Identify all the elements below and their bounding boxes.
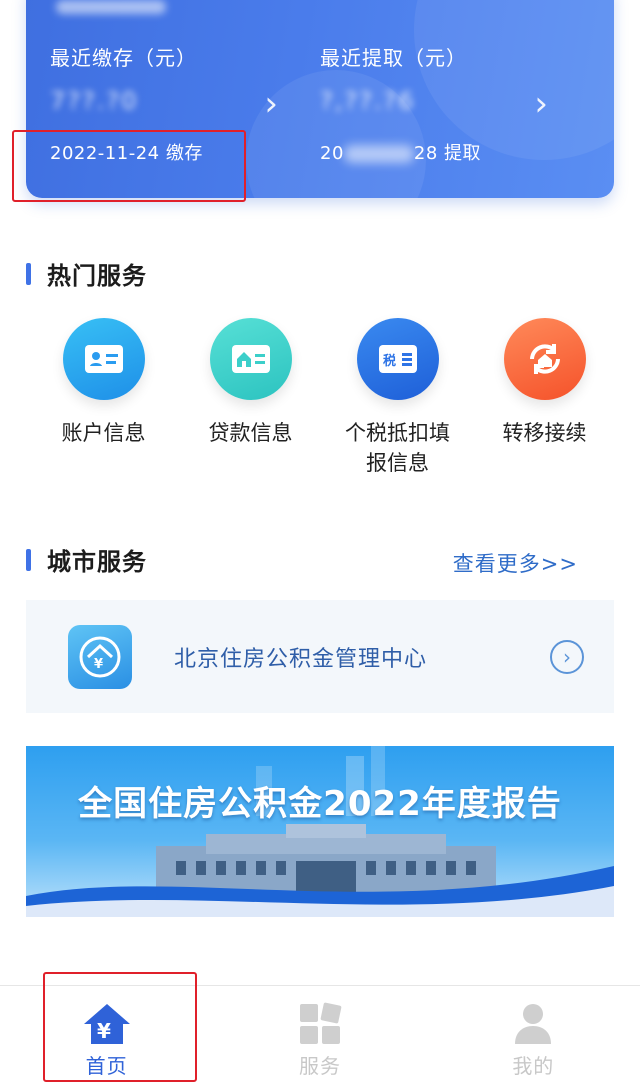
city-center-row[interactable]: ¥ 北京住房公积金管理中心 › [26,600,614,713]
tax-card-icon: 税 [356,318,439,400]
housing-fund-logo-icon: ¥ [68,624,132,689]
service-tax-deduction[interactable]: 税 个税抵扣填报信息 [324,318,471,478]
account-name-masked [56,0,166,14]
svg-text:税: 税 [383,353,396,369]
withdraw-label: 最近提取（元） [320,46,467,70]
withdraw-date: 20 28 提取 [320,143,482,164]
date-mask [343,145,414,163]
chevron-right-icon[interactable]: › [264,87,278,121]
recent-deposit[interactable]: 最近缴存（元） 7??.?0 › 2022-11-24 缴存 [50,42,300,165]
deposit-amount: 7??.?0 [50,87,139,115]
service-account-info[interactable]: 账户信息 [30,318,177,478]
id-card-icon [62,318,145,400]
banner-title: 全国住房公积金2022年度报告 [78,784,562,824]
city-services-heading: 城市服务 [26,542,147,577]
deposit-date: 2022-11-24 缴存 [50,143,203,164]
account-card: 最近缴存（元） 7??.?0 › 2022-11-24 缴存 最近提取（元） ?… [26,0,614,198]
home-yen-icon: ¥ [82,1000,132,1046]
person-icon [513,1000,553,1046]
tab-services[interactable]: 服务 [213,986,426,1085]
withdraw-amount: ?,??.?6 [320,87,416,115]
deposit-label: 最近缴存（元） [50,46,197,70]
bottom-tab-bar: ¥ 首页 服务 我的 [0,985,640,1085]
grid-icon [298,1000,342,1046]
svg-text:¥: ¥ [97,1019,111,1043]
recent-withdrawal[interactable]: 最近提取（元） ?,??.?6 › 20 28 提取 [320,42,570,165]
annual-report-banner[interactable]: 全国住房公积金2022年度报告 [26,746,614,917]
hot-services-heading: 热门服务 [26,256,147,291]
view-more-link[interactable]: 查看更多>> [453,548,578,578]
tab-mine[interactable]: 我的 [427,986,640,1085]
building-illustration [26,746,614,917]
transfer-icon [503,318,586,400]
city-center-name: 北京住房公积金管理中心 [174,646,428,672]
service-loan-info[interactable]: 贷款信息 [177,318,324,478]
tab-home[interactable]: ¥ 首页 [0,986,213,1085]
svg-text:¥: ¥ [94,657,103,672]
home-page: 最近缴存（元） 7??.?0 › 2022-11-24 缴存 最近提取（元） ?… [0,0,640,1085]
hot-services-grid: 账户信息 贷款信息 税 个税抵扣填报信息 转移接续 [30,318,620,478]
house-card-icon [209,318,292,400]
chevron-right-icon[interactable]: › [534,87,548,121]
chevron-right-circle-icon[interactable]: › [550,639,584,674]
service-transfer[interactable]: 转移接续 [471,318,618,478]
